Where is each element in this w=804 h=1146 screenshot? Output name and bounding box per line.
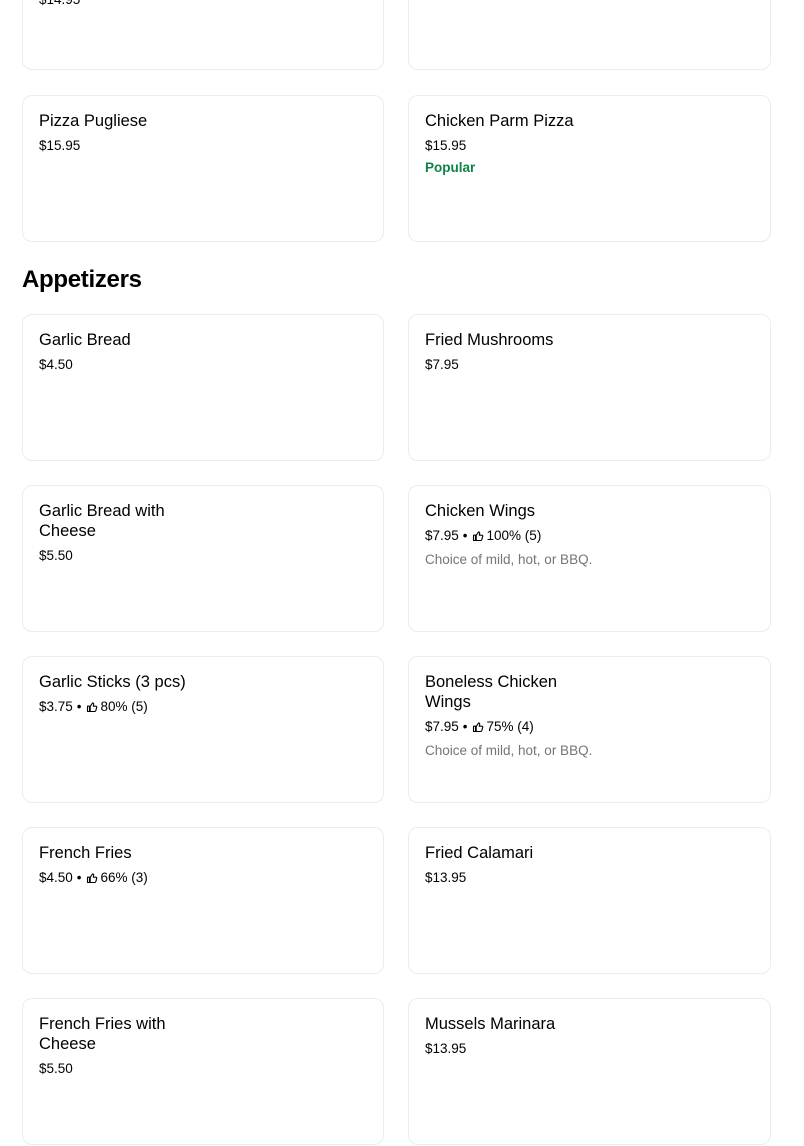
item-name: Garlic Sticks (3 pcs): [39, 673, 186, 691]
separator-dot: •: [76, 699, 82, 714]
separator-dot: •: [462, 719, 468, 734]
menu-item-chicken-parm-pizza[interactable]: Chicken Parm Pizza $15.95 Popular: [408, 95, 771, 242]
item-price: $15.95: [425, 138, 467, 153]
item-price: $15.95: [39, 138, 81, 153]
item-name: Mussels Marinara: [425, 1015, 556, 1033]
item-name: French Fries: [39, 844, 132, 862]
item-description: Choice of mild, hot, or BBQ.: [425, 552, 593, 567]
menu-item-boneless-chicken-wings[interactable]: Boneless Chicken Wings $7.95 • 75% (4) C…: [408, 656, 771, 803]
menu-item-garlic-sticks[interactable]: Garlic Sticks (3 pcs) $3.75 • 80% (5): [22, 656, 384, 803]
menu-item-garlic-bread[interactable]: Garlic Bread $4.50: [22, 314, 384, 461]
item-name: Fried Mushrooms: [425, 331, 554, 349]
menu-item-chicken-wings[interactable]: Chicken Wings $7.95 • 100% (5) Choice of…: [408, 485, 771, 632]
separator-dot: •: [76, 870, 82, 885]
separator-dot: •: [462, 528, 468, 543]
thumbs-up-icon: [472, 530, 484, 542]
item-price-line: $4.50 • 66% (3): [39, 869, 148, 887]
item-name: Boneless Chicken Wings: [425, 673, 558, 711]
item-price: $5.50: [39, 1061, 73, 1076]
menu-item-card[interactable]: $14.95: [22, 0, 384, 70]
item-price: $3.75: [39, 699, 73, 714]
popular-badge: Popular: [425, 160, 476, 175]
item-rating: 80% (5): [100, 699, 148, 714]
thumbs-up-icon: [472, 721, 484, 733]
menu-item-card[interactable]: [408, 0, 771, 70]
thumbs-up-icon: [86, 872, 98, 884]
thumbs-up-icon: [86, 701, 98, 713]
item-price: $13.95: [425, 1041, 467, 1056]
item-price-line: $7.95 • 100% (5): [425, 527, 541, 545]
item-rating: 75% (4): [486, 719, 534, 734]
item-price-line: $7.95 • 75% (4): [425, 718, 534, 736]
menu-item-fried-mushrooms[interactable]: Fried Mushrooms $7.95: [408, 314, 771, 461]
menu-item-mussels-marinara[interactable]: Mussels Marinara $13.95: [408, 998, 771, 1145]
menu-item-french-fries[interactable]: French Fries $4.50 • 66% (3): [22, 827, 384, 974]
item-price: $14.95: [39, 0, 80, 9]
item-price: $13.95: [425, 870, 467, 885]
item-price: $7.95: [425, 528, 459, 543]
item-name: French Fries with Cheese: [39, 1015, 166, 1053]
menu-item-fried-calamari[interactable]: Fried Calamari $13.95: [408, 827, 771, 974]
item-name: Garlic Bread: [39, 331, 131, 349]
item-price: $7.95: [425, 357, 459, 372]
menu-item-garlic-bread-with-cheese[interactable]: Garlic Bread with Cheese $5.50: [22, 485, 384, 632]
item-price: $4.50: [39, 357, 73, 372]
item-price: $5.50: [39, 548, 73, 563]
item-price-line: $3.75 • 80% (5): [39, 698, 148, 716]
item-name: Garlic Bread with Cheese: [39, 502, 165, 540]
item-price: $4.50: [39, 870, 73, 885]
item-rating: 100% (5): [486, 528, 542, 543]
section-title-appetizers: Appetizers: [22, 266, 142, 293]
item-name: Fried Calamari: [425, 844, 534, 862]
menu-item-french-fries-with-cheese[interactable]: French Fries with Cheese $5.50: [22, 998, 384, 1145]
item-name: Chicken Parm Pizza: [425, 112, 574, 130]
item-rating: 66% (3): [100, 870, 148, 885]
item-description: Choice of mild, hot, or BBQ.: [425, 743, 593, 758]
item-name: Pizza Pugliese: [39, 112, 148, 130]
item-price: $7.95: [425, 719, 459, 734]
menu-item-pizza-pugliese[interactable]: Pizza Pugliese $15.95: [22, 95, 384, 242]
item-name: Chicken Wings: [425, 502, 536, 520]
